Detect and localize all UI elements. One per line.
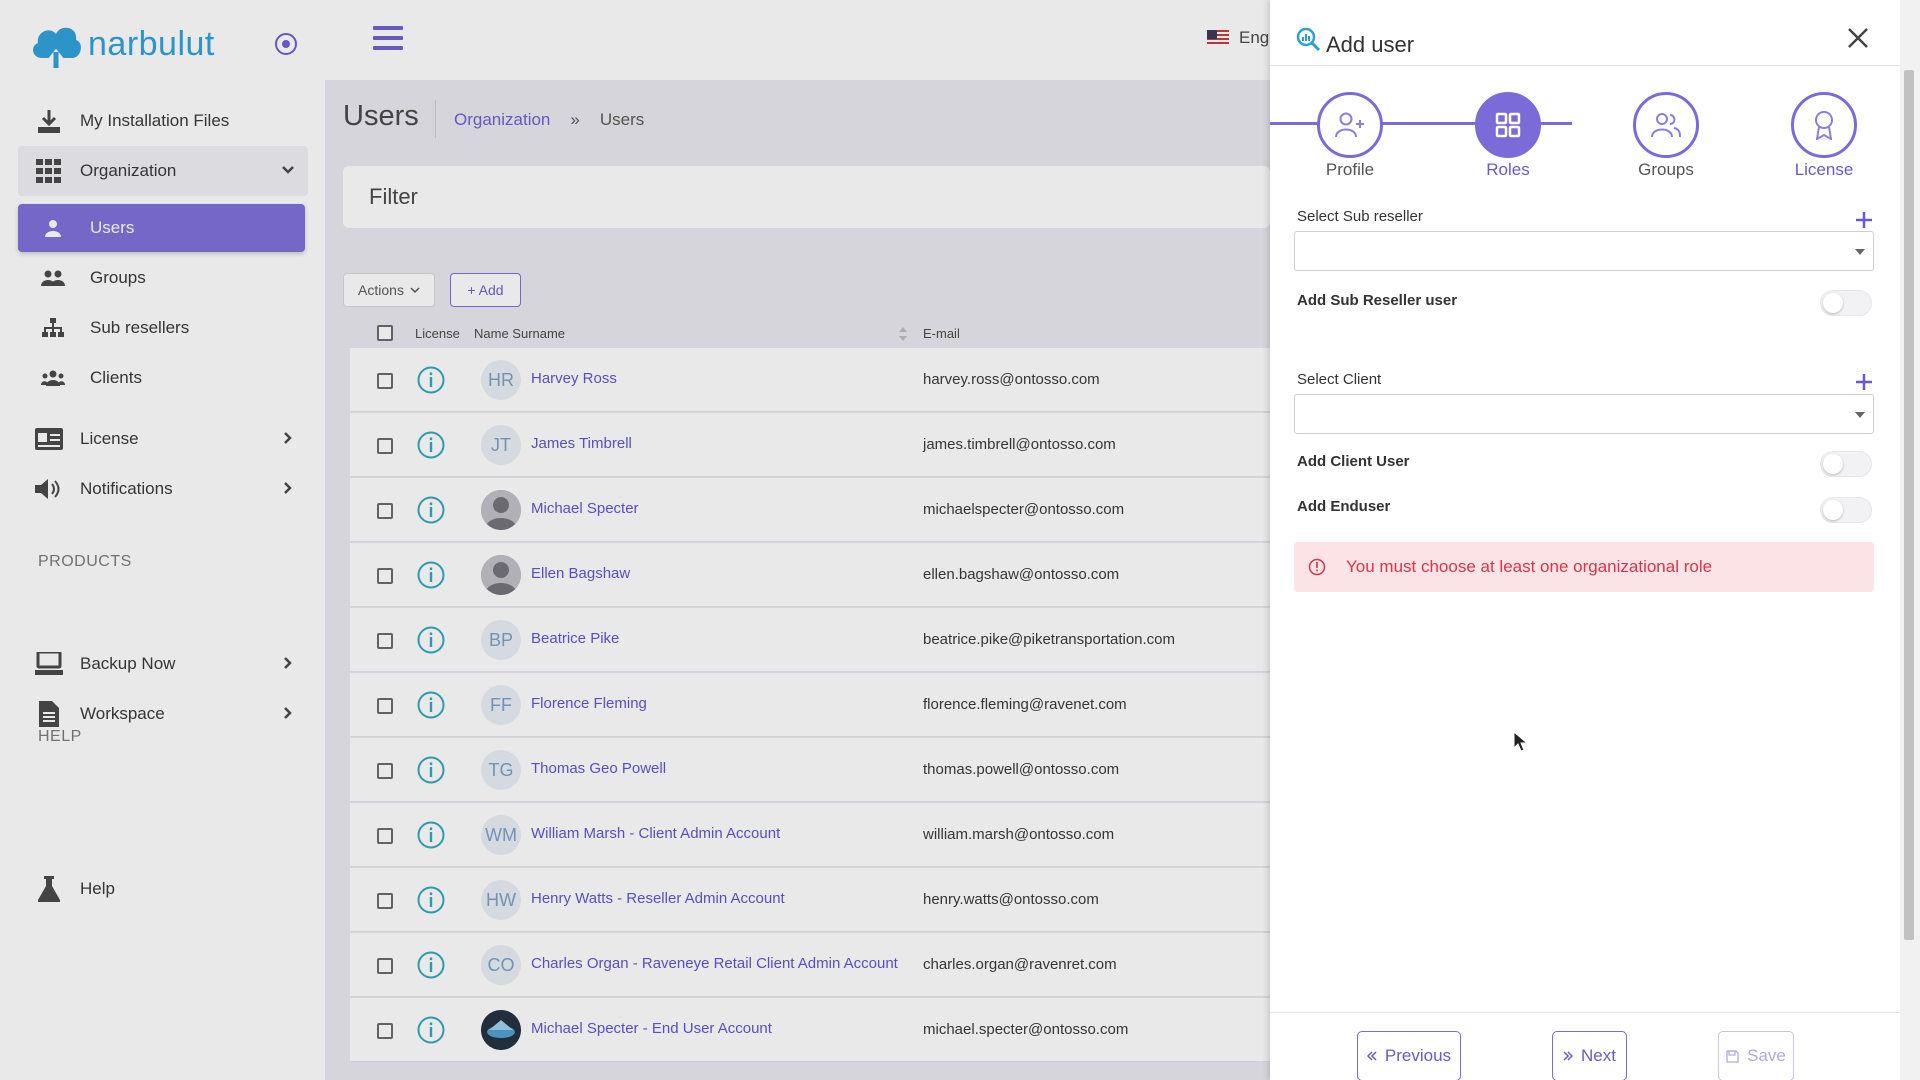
- sub-reseller-select[interactable]: [1294, 231, 1874, 271]
- close-icon[interactable]: [1846, 26, 1870, 50]
- add-client-user-label: Add Client User: [1297, 453, 1410, 470]
- stepper-line: [1270, 122, 1322, 125]
- mouse-cursor-icon: [1513, 731, 1529, 752]
- caret-down-icon: [1855, 412, 1865, 418]
- step-groups[interactable]: [1633, 92, 1699, 158]
- step-profile[interactable]: [1317, 92, 1383, 158]
- previous-button[interactable]: Previous: [1357, 1031, 1461, 1080]
- step-license[interactable]: [1791, 92, 1857, 158]
- add-client-plus-icon[interactable]: [1854, 372, 1874, 392]
- info-circle-icon: [1308, 558, 1326, 576]
- step-roles[interactable]: [1475, 92, 1541, 158]
- add-client-user-toggle[interactable]: [1820, 451, 1872, 477]
- award-icon: [1815, 111, 1833, 140]
- add-sub-reseller-user-label: Add Sub Reseller user: [1297, 292, 1458, 309]
- add-enduser-toggle[interactable]: [1820, 497, 1872, 523]
- next-button[interactable]: Next: [1552, 1031, 1627, 1080]
- save-icon: [1726, 1049, 1739, 1063]
- double-chevron-right-icon: [1563, 1051, 1574, 1061]
- next-label: Next: [1581, 1046, 1616, 1065]
- select-sub-reseller-label: Select Sub reseller: [1297, 208, 1423, 225]
- step-label-license: License: [1794, 160, 1854, 179]
- add-enduser-label: Add Enduser: [1297, 498, 1391, 515]
- select-client-label: Select Client: [1297, 371, 1382, 388]
- step-label-roles: Roles: [1486, 160, 1530, 179]
- panel-footer: Previous Next Save: [1270, 1012, 1900, 1080]
- add-sub-reseller-user-toggle[interactable]: [1820, 290, 1872, 316]
- double-chevron-left-icon: [1366, 1051, 1377, 1061]
- validation-alert: You must choose at least one organizatio…: [1294, 542, 1874, 592]
- alert-text: You must choose at least one organizatio…: [1346, 557, 1713, 576]
- users-icon: [1651, 113, 1681, 138]
- step-label-groups: Groups: [1638, 160, 1694, 179]
- modal-backdrop[interactable]: [0, 0, 1270, 1080]
- step-label-profile: Profile: [1325, 160, 1375, 179]
- scrollbar-thumb[interactable]: [1904, 70, 1914, 940]
- user-plus-icon: [1335, 112, 1364, 138]
- add-sub-reseller-plus-icon[interactable]: [1854, 210, 1874, 230]
- user-search-icon: [1296, 27, 1321, 52]
- grid-icon: [1495, 112, 1521, 138]
- client-select[interactable]: [1294, 394, 1874, 434]
- save-label: Save: [1747, 1046, 1786, 1065]
- add-user-panel: Add user Profile Roles Groups License Se…: [1270, 0, 1900, 1080]
- previous-label: Previous: [1384, 1046, 1452, 1065]
- panel-title: Add user: [1326, 32, 1415, 57]
- panel-header: Add user: [1270, 0, 1900, 66]
- caret-down-icon: [1855, 249, 1865, 255]
- save-button[interactable]: Save: [1718, 1031, 1794, 1080]
- panel-scrollbar[interactable]: [1900, 0, 1920, 1080]
